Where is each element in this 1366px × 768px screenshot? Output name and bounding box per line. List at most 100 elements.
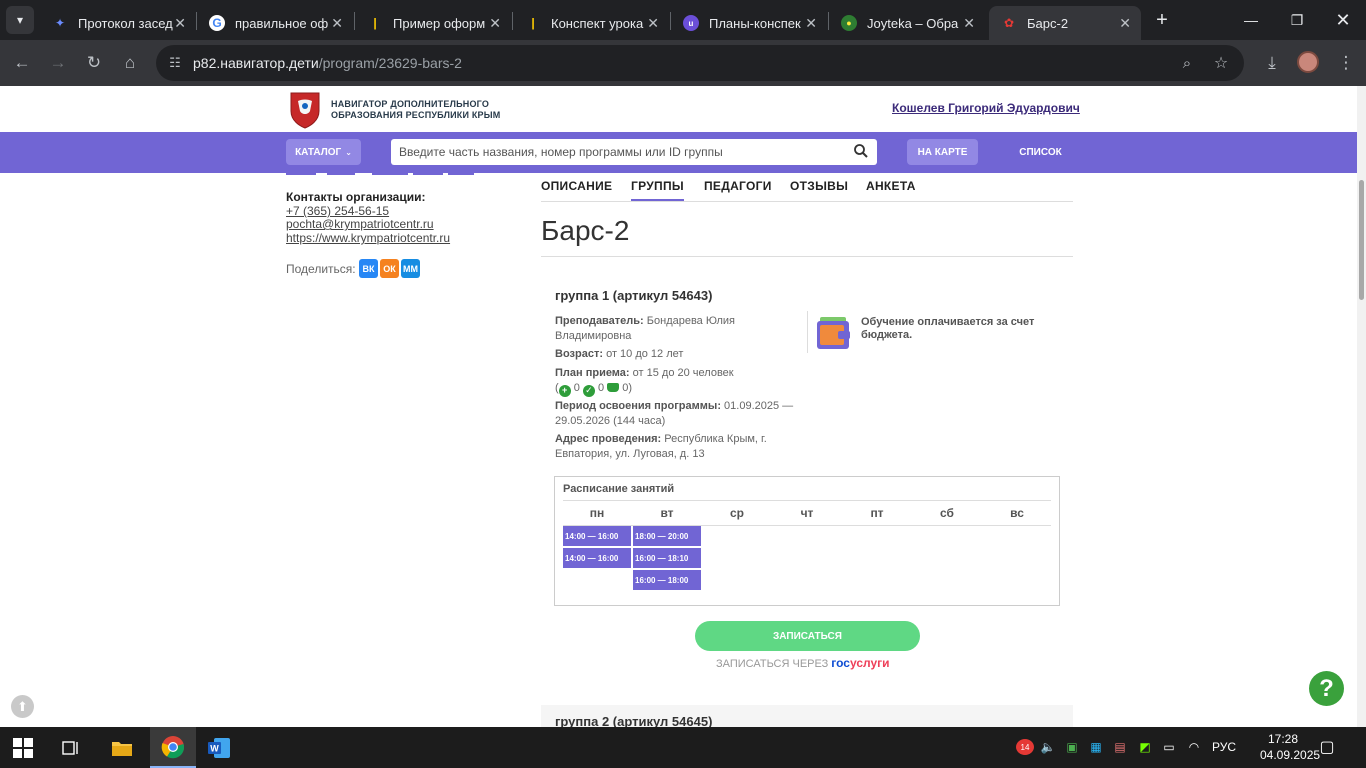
file-explorer-button[interactable] — [99, 727, 145, 768]
cut-off-links — [286, 173, 476, 176]
period-info: Период освоения программы: 01.09.2025 — … — [555, 400, 794, 427]
email-link[interactable]: pochta@krympatriotcentr.ru — [286, 217, 434, 231]
list-button[interactable]: СПИСОК — [1008, 139, 1073, 165]
close-icon[interactable]: ✕ — [805, 15, 817, 32]
browser-tab-joyteka[interactable]: ● Joyteka – Обра ✕ — [829, 6, 985, 40]
search-box — [391, 139, 877, 165]
word-taskbar-button[interactable]: W — [196, 727, 242, 768]
search-icon[interactable] — [853, 143, 869, 159]
day-sunday: вс — [1010, 506, 1024, 520]
title-divider — [541, 256, 1073, 257]
restore-button[interactable]: ❐ — [1274, 0, 1320, 40]
tab-teachers[interactable]: ПЕДАГОГИ — [704, 179, 772, 193]
network-app-icon[interactable]: ▦ — [1087, 739, 1105, 755]
new-tab-button[interactable]: + — [1150, 8, 1174, 32]
volume-icon[interactable]: 🔈 — [1039, 739, 1057, 755]
schedule-slot: 16:00 — 18:00 — [633, 570, 701, 590]
close-icon[interactable]: ✕ — [174, 15, 186, 32]
scrollbar-thumb[interactable] — [1359, 180, 1364, 300]
wifi-icon[interactable]: ◠ — [1185, 739, 1203, 755]
bookmark-star-icon[interactable]: ☆ — [1212, 54, 1230, 72]
browser-tab-plans[interactable]: u Планы-конспек ✕ — [671, 6, 827, 40]
day-tuesday: вт — [660, 506, 674, 520]
tab-survey[interactable]: АНКЕТА — [866, 179, 916, 193]
word-icon: W — [208, 737, 230, 758]
browser-tab-google[interactable]: G правильное оф ✕ — [197, 6, 353, 40]
user-profile-link[interactable]: Кошелев Григорий Эдуардович — [892, 101, 1080, 115]
start-button[interactable] — [0, 727, 46, 768]
profile-avatar[interactable] — [1297, 51, 1319, 73]
catalog-button[interactable]: КАТАЛОГ ⌄ — [286, 139, 361, 165]
tab-search-button[interactable]: ▾ — [6, 6, 34, 34]
menu-icon[interactable]: ⋮ — [1333, 50, 1359, 76]
close-icon[interactable]: ✕ — [331, 15, 343, 32]
site-navbar: КАТАЛОГ⌄ НА КАРТЕ СПИСОК — [0, 132, 1357, 173]
contacts-title: Контакты организации: — [286, 190, 426, 204]
phone-link[interactable]: +7 (365) 254-56-15 — [286, 204, 389, 218]
svg-text:W: W — [210, 743, 219, 753]
website-link[interactable]: https://www.krympatriotcentr.ru — [286, 231, 450, 245]
chevron-down-icon: ⌄ — [345, 147, 352, 157]
vk-share-icon[interactable]: ВК — [359, 259, 378, 278]
minimize-button[interactable]: — — [1228, 0, 1274, 40]
kaspersky-icon[interactable]: ▣ — [1063, 739, 1081, 755]
windows-logo-icon — [13, 737, 33, 758]
battery-icon[interactable]: ▭ — [1160, 739, 1178, 755]
wallet-icon — [817, 317, 850, 349]
page-scrollbar[interactable] — [1357, 86, 1366, 727]
plus-icon: + — [558, 384, 571, 397]
forward-button[interactable]: → — [45, 50, 71, 76]
day-thursday: чт — [800, 506, 814, 520]
site-header: НАВИГАТОР ДОПОЛНИТЕЛЬНОГО ОБРАЗОВАНИЯ РЕ… — [0, 86, 1357, 132]
address-bar[interactable]: ☷ p82.навигатор.дети/program/23629-bars-… — [156, 45, 1244, 81]
download-icon[interactable]: ⤓ — [1259, 50, 1285, 76]
tab-title: Планы-конспек — [709, 15, 801, 31]
tab-groups[interactable]: ГРУППЫ — [631, 179, 684, 201]
map-button[interactable]: НА КАРТЕ — [907, 139, 978, 165]
close-icon[interactable]: ✕ — [1119, 15, 1131, 32]
blue-bird-icon: ✦ — [54, 16, 66, 30]
url-text: p82.навигатор.дети/program/23629-bars-2 — [193, 55, 462, 71]
action-center-icon[interactable]: ▢ — [1318, 739, 1336, 756]
group-title: группа 1 (артикул 54643) — [555, 288, 713, 303]
language-indicator[interactable]: РУС — [1212, 740, 1236, 754]
close-icon[interactable]: ✕ — [647, 15, 659, 32]
scroll-up-icon[interactable]: ⬆ — [11, 695, 34, 718]
day-monday: пн — [589, 506, 605, 520]
home-button[interactable]: ⌂ — [117, 50, 143, 76]
notification-badge-icon[interactable]: 14 — [1016, 739, 1034, 755]
browser-tab-bars2[interactable]: ✿ Барс-2 ✕ — [989, 6, 1141, 40]
zoom-icon[interactable]: ⌕ — [1178, 54, 1196, 72]
task-view-button[interactable] — [48, 727, 94, 768]
crimea-emblem-icon[interactable] — [288, 91, 322, 129]
yandex-zen-icon: | — [373, 16, 377, 30]
close-icon[interactable]: ✕ — [489, 15, 501, 32]
chrome-taskbar-button[interactable] — [150, 727, 196, 768]
browser-tab-protocol[interactable]: ✦ Протокол засед ✕ — [40, 6, 196, 40]
yandex-zen-icon: | — [531, 16, 535, 30]
site-info-icon[interactable]: ☷ — [166, 54, 184, 72]
enroll-button[interactable]: ЗАПИСАТЬСЯ — [695, 621, 920, 651]
help-button[interactable]: ? — [1309, 671, 1344, 706]
browser-tab-lesson[interactable]: | Конспект урока ✕ — [513, 6, 669, 40]
logo-text[interactable]: НАВИГАТОР ДОПОЛНИТЕЛЬНОГО ОБРАЗОВАНИЯ РЕ… — [331, 99, 500, 121]
close-icon[interactable]: ✕ — [963, 15, 975, 32]
funding-info: Обучение оплачивается за счет бюджета. — [861, 316, 1035, 341]
chrome-icon — [161, 735, 185, 758]
tray-app-icon[interactable]: ▤ — [1111, 739, 1129, 755]
nvidia-icon[interactable]: ◩ — [1136, 739, 1154, 755]
ok-share-icon[interactable]: ОК — [380, 259, 399, 278]
back-button[interactable]: ← — [9, 50, 35, 76]
day-friday: пт — [870, 506, 884, 520]
window-close-button[interactable]: ✕ — [1320, 0, 1366, 40]
search-input[interactable] — [399, 143, 839, 161]
tab-reviews[interactable]: ОТЗЫВЫ — [790, 179, 848, 193]
browser-tab-example[interactable]: | Пример оформ ✕ — [355, 6, 511, 40]
reload-button[interactable]: ↻ — [81, 50, 107, 76]
navigator-icon: ✿ — [1003, 16, 1015, 30]
mailru-share-icon[interactable]: ММ — [401, 259, 420, 278]
tab-description[interactable]: ОПИСАНИЕ — [541, 179, 612, 193]
browser-tab-bar: ▾ ✦ Протокол засед ✕ G правильное оф ✕ |… — [0, 0, 1366, 40]
gosuslugi-enroll-link[interactable]: ЗАПИСАТЬСЯ ЧЕРЕЗ госуслуги — [716, 656, 890, 670]
system-clock[interactable]: 17:28 04.09.2025 — [1260, 731, 1320, 763]
